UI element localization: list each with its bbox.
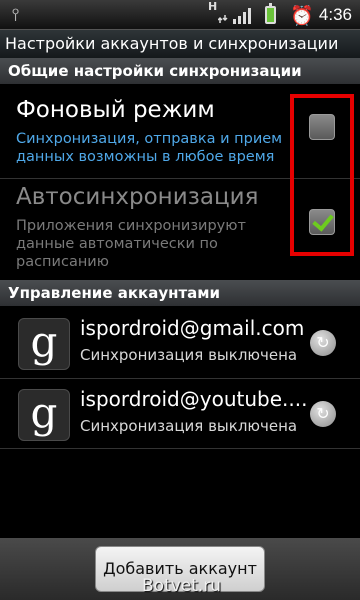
- section-header-label: Общие настройки синхронизации: [8, 62, 302, 80]
- usb-icon: ⫯: [12, 5, 20, 25]
- section-header-label: Управление аккаунтами: [8, 284, 221, 302]
- google-account-icon: g: [18, 318, 70, 370]
- account-sync-status: Синхронизация выключена: [80, 346, 298, 364]
- setting-title: Автосинхронизация: [16, 184, 259, 210]
- google-account-icon: g: [18, 389, 70, 441]
- account-row[interactable]: g ispordroid@gmail.com Синхронизация вык…: [0, 316, 360, 386]
- data-arrows-icon: [218, 15, 228, 23]
- status-bar: ⫯ H ⏰ 4:36: [0, 0, 360, 30]
- setting-title: Фоновый режим: [16, 97, 215, 123]
- signal-icon: [233, 8, 253, 24]
- account-email: ispordroid@youtube....: [80, 387, 308, 411]
- divider: [0, 378, 360, 379]
- section-header-accounts: Управление аккаунтами: [0, 280, 360, 306]
- alarm-icon: ⏰: [290, 5, 314, 27]
- setting-description: Синхронизация, отправка и прием данных в…: [16, 131, 283, 165]
- account-email: ispordroid@gmail.com: [80, 316, 305, 340]
- page-title: Настройки аккаунтов и синхронизации: [5, 34, 339, 53]
- sync-icon: ↻: [310, 330, 336, 356]
- highlight-annotation: [290, 94, 354, 256]
- section-header-general: Общие настройки синхронизации: [0, 58, 360, 84]
- account-row[interactable]: g ispordroid@youtube.... Синхронизация в…: [0, 387, 360, 457]
- watermark: Botvet.ru: [142, 576, 222, 596]
- hspa-icon: H: [208, 0, 218, 13]
- divider: [0, 448, 360, 449]
- account-sync-status: Синхронизация выключена: [80, 417, 298, 435]
- setting-description: Приложения синхронизируют данные автомат…: [16, 218, 246, 270]
- sync-icon: ↻: [310, 401, 336, 427]
- title-bar: Настройки аккаунтов и синхронизации: [0, 30, 360, 58]
- status-time: 4:36: [318, 5, 352, 24]
- battery-charging-icon: [265, 3, 276, 24]
